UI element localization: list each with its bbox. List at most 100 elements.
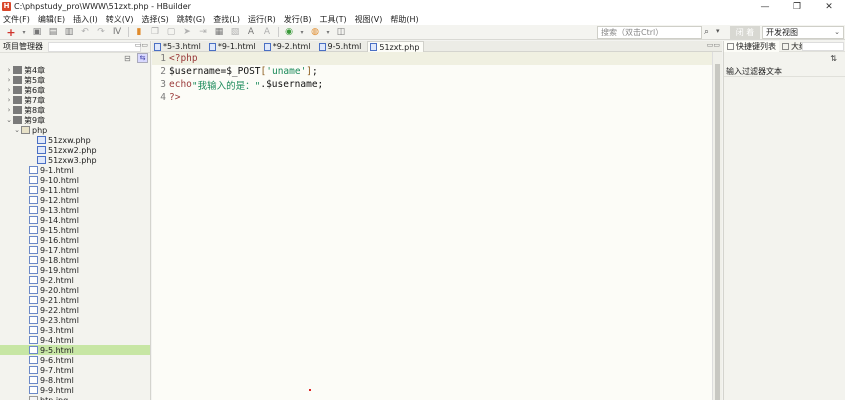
tree-item[interactable]: 9-10.html	[0, 175, 150, 185]
right-panel-filter[interactable]	[802, 42, 844, 51]
tree-item[interactable]: 9-9.html	[0, 385, 150, 395]
expand-toggle-icon[interactable]: ›	[5, 76, 13, 84]
tree-item[interactable]: ⌄ 第9章	[0, 115, 150, 125]
tree-item[interactable]: 9-3.html	[0, 325, 150, 335]
tree-item[interactable]: 9-4.html	[0, 335, 150, 345]
code-editor[interactable]: 1 <?php 2 $username=$_POST['uname']; 3 echo "我…	[152, 52, 712, 400]
minimize-panel-icon[interactable]: ▭▭	[135, 41, 148, 49]
search-icon[interactable]: ⌕	[704, 27, 709, 37]
tree-item[interactable]: 9-1.html	[0, 165, 150, 175]
layout-icon[interactable]: ▧	[229, 27, 241, 38]
close-button[interactable]: ✕	[813, 0, 845, 13]
menu-item[interactable]: 插入(I)	[73, 14, 98, 25]
editor-tab[interactable]: *5-3.html	[152, 41, 205, 52]
expand-toggle-icon[interactable]: ›	[5, 86, 13, 94]
editor-scrollbar-thumb[interactable]	[715, 64, 720, 400]
menu-item[interactable]: 查找(L)	[213, 14, 240, 25]
format-icon[interactable]: Ⅳ	[111, 27, 123, 38]
expand-toggle-icon[interactable]: ›	[5, 66, 13, 74]
menu-item[interactable]: 选择(S)	[141, 14, 168, 25]
menu-item[interactable]: 工具(T)	[320, 14, 347, 25]
tree-item[interactable]: 9-2.html	[0, 275, 150, 285]
print-icon[interactable]: ▥	[63, 27, 75, 38]
menu-item[interactable]: 帮助(H)	[390, 14, 418, 25]
collapse-all-icon[interactable]: ⊟	[124, 54, 131, 63]
tree-item[interactable]: › 第7章	[0, 95, 150, 105]
editor-scrollbar[interactable]	[712, 52, 722, 400]
save-icon[interactable]: ▣	[31, 27, 43, 38]
menu-item[interactable]: 视图(V)	[355, 14, 383, 25]
tree-item[interactable]: 9-21.html	[0, 295, 150, 305]
editor-tab[interactable]: *9-1.html	[207, 41, 260, 52]
tree-item[interactable]: 9-18.html	[0, 255, 150, 265]
new-dropdown-icon[interactable]: ▾	[21, 27, 27, 38]
minimize-editor-icon[interactable]: ▭▭	[707, 41, 720, 49]
tree-item[interactable]: 9-8.html	[0, 375, 150, 385]
editor-tab[interactable]: 51zxt.php	[367, 41, 425, 52]
font-smaller-icon[interactable]: A	[261, 27, 273, 38]
font-size-icon[interactable]: A	[245, 27, 257, 38]
sort-icon[interactable]: ⇅	[830, 54, 837, 63]
tree-item[interactable]: 9-5.html	[0, 345, 150, 355]
tree-item[interactable]: 51zxw2.php	[0, 145, 150, 155]
save-all-icon[interactable]: ▤	[47, 27, 59, 38]
browser-run-icon[interactable]: ◉	[283, 27, 295, 38]
preview-icon[interactable]: ◫	[335, 27, 347, 38]
paste-icon[interactable]: ▢	[165, 27, 177, 38]
project-filter-input[interactable]	[48, 42, 141, 52]
tree-item[interactable]: 9-23.html	[0, 315, 150, 325]
chrome-icon[interactable]: ◍	[309, 27, 321, 38]
menu-item[interactable]: 转义(V)	[106, 14, 134, 25]
tree-item[interactable]: › 第8章	[0, 105, 150, 115]
expand-toggle-icon[interactable]: ›	[5, 106, 13, 114]
expand-toggle-icon[interactable]: ›	[5, 96, 13, 104]
search-input[interactable]: 搜索（双击Ctrl）	[597, 26, 702, 39]
tree-item[interactable]: › 第5章	[0, 75, 150, 85]
menu-item[interactable]: 文件(F)	[3, 14, 30, 25]
view-mode-select[interactable]: 开发视图 ⌄	[762, 26, 844, 39]
code-line[interactable]: 2 $username=$_POST['uname'];	[152, 65, 712, 78]
tree-item[interactable]: 9-7.html	[0, 365, 150, 375]
step-icon[interactable]: ⇥	[197, 27, 209, 38]
new-icon[interactable]: +	[5, 26, 17, 39]
copy-icon[interactable]: ❐	[149, 27, 161, 38]
tree-item[interactable]: 9-22.html	[0, 305, 150, 315]
tree-item[interactable]: 9-12.html	[0, 195, 150, 205]
tree-item[interactable]: 51zxw3.php	[0, 155, 150, 165]
maximize-button[interactable]: ❐	[781, 0, 813, 13]
run-icon[interactable]: ➤	[181, 27, 193, 38]
minimize-button[interactable]: —	[749, 0, 781, 13]
tree-item[interactable]: 9-17.html	[0, 245, 150, 255]
tree-item[interactable]: 9-16.html	[0, 235, 150, 245]
tree-item[interactable]: 9-13.html	[0, 205, 150, 215]
tree-item[interactable]: 9-6.html	[0, 355, 150, 365]
code-line[interactable]: 4 ?>	[152, 91, 712, 104]
menu-item[interactable]: 编辑(E)	[38, 14, 65, 25]
menu-item[interactable]: 发行(B)	[284, 14, 312, 25]
tree-item[interactable]: 9-14.html	[0, 215, 150, 225]
menu-item[interactable]: 跳转(G)	[177, 14, 205, 25]
link-editor-icon[interactable]: ⇆	[137, 53, 148, 63]
tree-item[interactable]: 9-15.html	[0, 225, 150, 235]
close-mode-button[interactable]: 闭 着	[730, 26, 760, 39]
redo-icon[interactable]: ↷	[95, 27, 107, 38]
tree-item[interactable]: 51zxw.php	[0, 135, 150, 145]
browser-dropdown-icon[interactable]: ▾	[299, 27, 305, 38]
tree-item[interactable]: 9-19.html	[0, 265, 150, 275]
code-line[interactable]: 3 echo "我输入的是：" .$username;	[152, 78, 712, 92]
expand-toggle-icon[interactable]: ⌄	[13, 126, 21, 134]
editor-tab[interactable]: *9-2.html	[262, 41, 315, 52]
chrome-dropdown-icon[interactable]: ▾	[325, 27, 331, 38]
tree-item[interactable]: 9-11.html	[0, 185, 150, 195]
tree-item[interactable]: › 第4章	[0, 65, 150, 75]
menu-item[interactable]: 运行(R)	[248, 14, 276, 25]
tab-shortcuts[interactable]: 快捷键列表	[724, 40, 779, 52]
code-line[interactable]: 1 <?php	[152, 52, 712, 65]
bookmark-icon[interactable]: ▮	[133, 27, 145, 38]
tree-item[interactable]: 9-20.html	[0, 285, 150, 295]
undo-icon[interactable]: ↶	[79, 27, 91, 38]
search-dropdown-icon[interactable]: ▾	[716, 27, 720, 35]
tree-item[interactable]: btn.jpg	[0, 395, 150, 400]
tree-item[interactable]: ⌄ php	[0, 125, 150, 135]
editor-tab[interactable]: 9-5.html	[317, 41, 366, 52]
